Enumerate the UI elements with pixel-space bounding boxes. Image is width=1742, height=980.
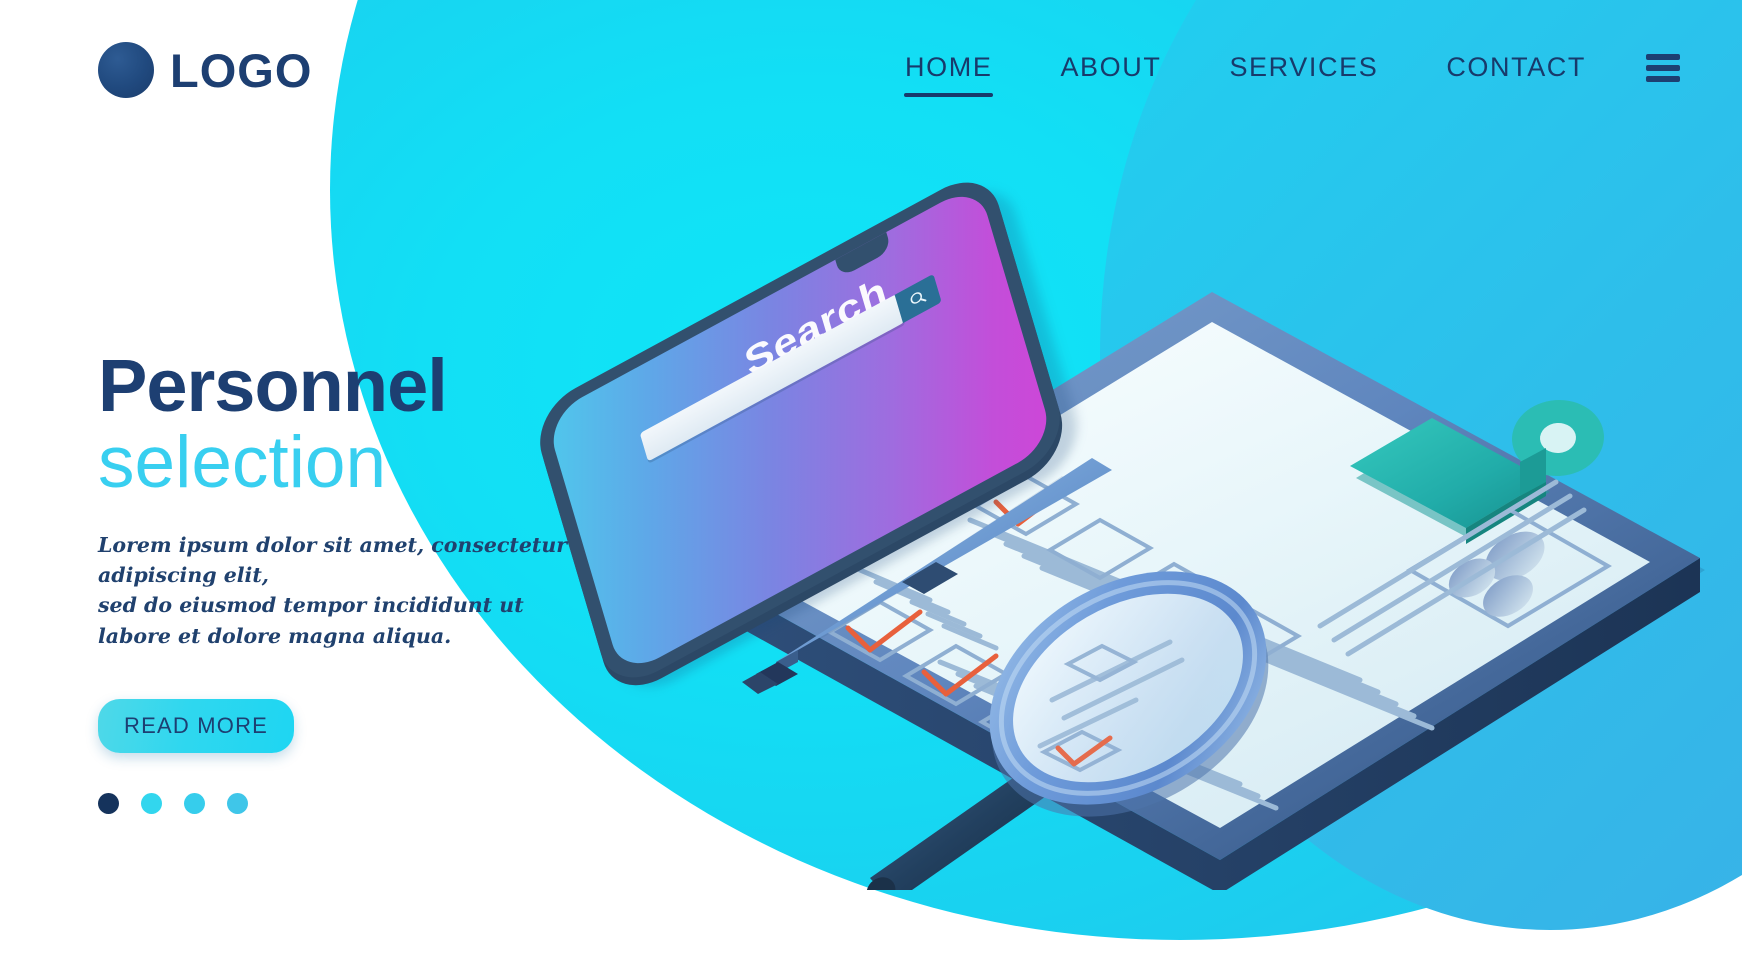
nav-item-contact[interactable]: CONTACT [1412, 52, 1620, 83]
site-header: LOGO HOME ABOUT SERVICES CONTACT [0, 0, 1742, 140]
magnifier-search-icon [910, 292, 927, 304]
carousel-dot-2[interactable] [141, 792, 162, 814]
nav-item-about[interactable]: ABOUT [1026, 52, 1195, 83]
carousel-dot-1[interactable] [98, 792, 119, 814]
hero-section: Personnel selection Lorem ipsum dolor si… [98, 344, 618, 814]
read-more-button[interactable]: READ MORE [98, 698, 295, 753]
phone-notch [834, 229, 892, 278]
hero-paragraph-line-3: labore et dolore magna aliqua. [98, 623, 452, 648]
carousel-dot-4[interactable] [227, 792, 248, 814]
hamburger-bar [1646, 64, 1680, 71]
search-button[interactable] [894, 273, 942, 324]
page-subtitle: selection [98, 422, 387, 504]
page-title: Personnel [98, 344, 448, 427]
carousel-dot-3[interactable] [184, 792, 205, 814]
nav-item-services[interactable]: SERVICES [1195, 52, 1412, 83]
nav-item-home[interactable]: HOME [871, 52, 1026, 97]
hero-paragraph: Lorem ipsum dolor sit amet, consectetur … [98, 530, 618, 651]
circle-logo-icon [98, 42, 154, 98]
magnifier-svg [866, 571, 1269, 905]
logo-text: LOGO [170, 43, 313, 97]
hero-paragraph-line-2: sed do eiusmod tempor incididunt ut [98, 593, 524, 618]
hero-paragraph-line-1: Lorem ipsum dolor sit amet, consectetur … [98, 532, 568, 587]
magnifying-glass-illustration [840, 560, 1340, 905]
logo[interactable]: LOGO [98, 42, 312, 98]
search-input[interactable] [639, 293, 905, 462]
main-navigation: HOME ABOUT SERVICES CONTACT [871, 52, 1686, 97]
hamburger-bar [1646, 53, 1680, 60]
hamburger-bar [1646, 75, 1680, 82]
carousel-dots [98, 792, 618, 814]
landing-page: LOGO HOME ABOUT SERVICES CONTACT Personn… [0, 0, 1742, 980]
hamburger-menu-icon[interactable] [1646, 53, 1680, 82]
